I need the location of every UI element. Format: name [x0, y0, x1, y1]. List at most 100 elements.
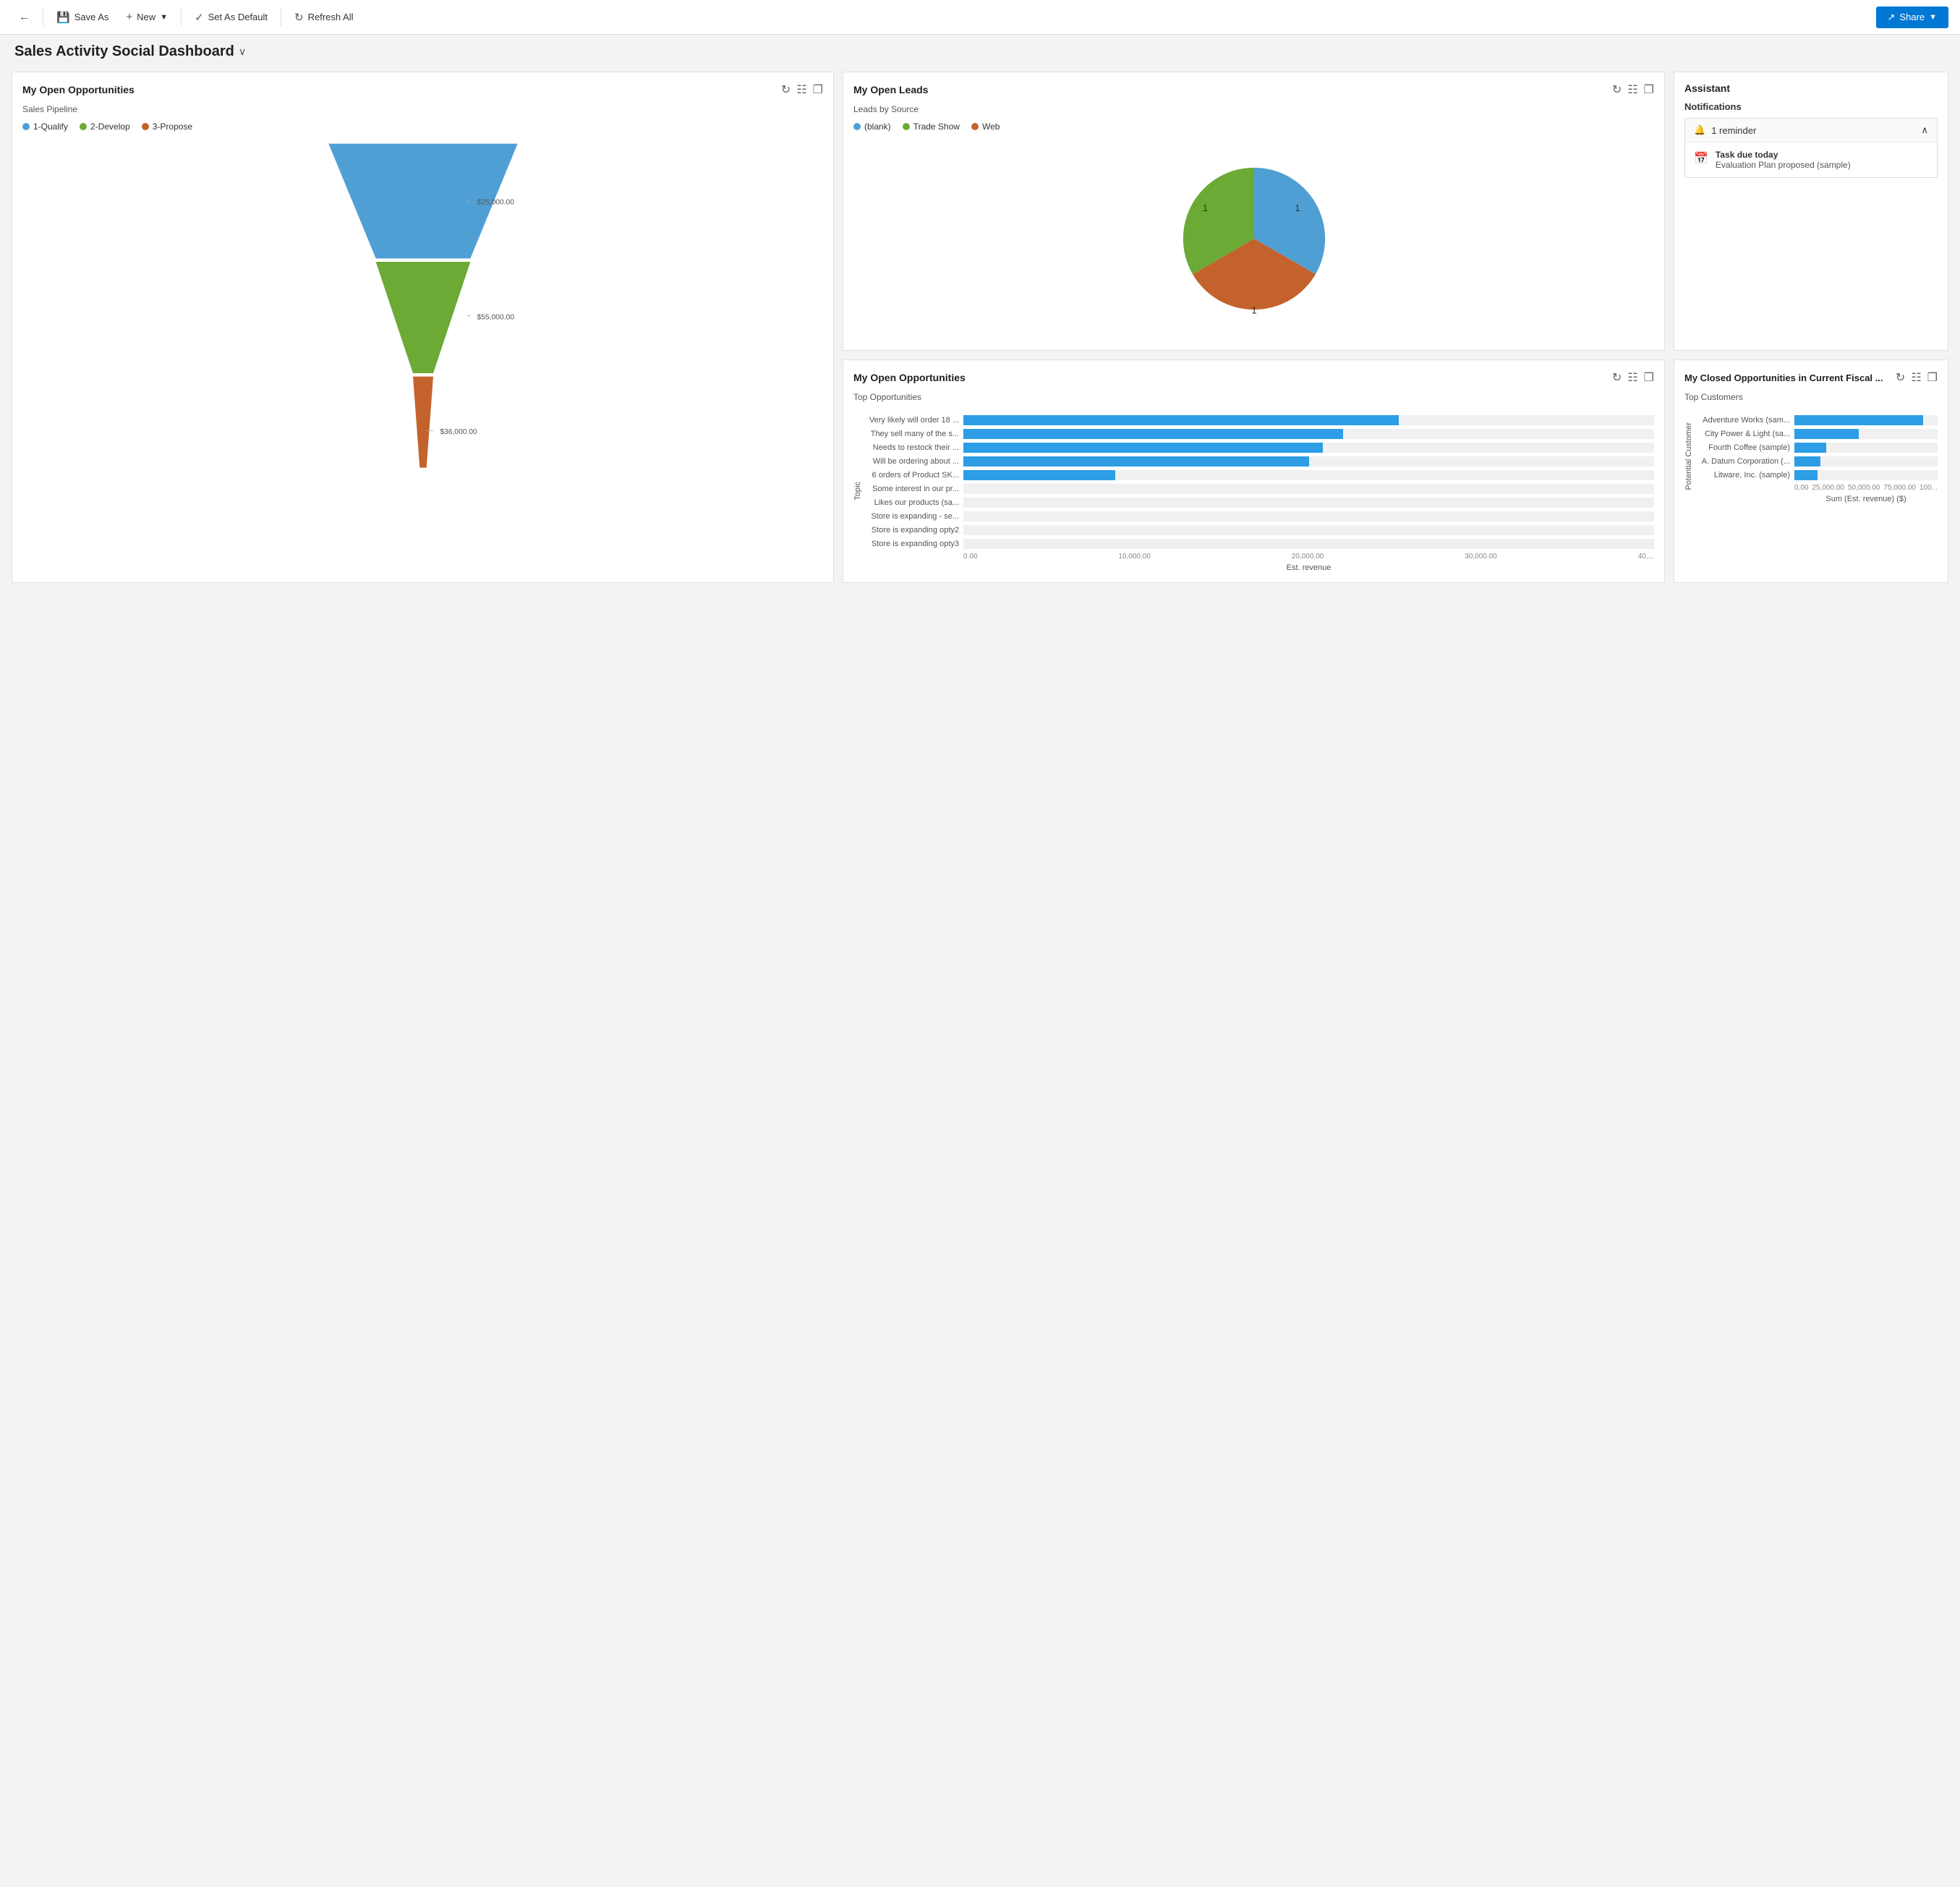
- funnel-propose-value: $36,000.00: [440, 428, 477, 436]
- refresh-top-opps-icon[interactable]: ↻: [1612, 370, 1622, 385]
- assistant-title: Assistant: [1684, 82, 1730, 94]
- table-view-icon[interactable]: ☷: [796, 82, 806, 97]
- expand-top-opps-icon[interactable]: ❐: [1644, 370, 1654, 385]
- hbar-track-5: [963, 484, 1654, 494]
- save-as-label: Save As: [74, 12, 109, 22]
- closed-hbar-track-4: [1794, 470, 1938, 480]
- reminder-group: 🔔 1 reminder ∧ 📅 Task due today Evaluati…: [1684, 118, 1938, 178]
- new-button[interactable]: + New ▼: [119, 7, 175, 27]
- open-leads-title: My Open Leads: [853, 84, 928, 95]
- expand-icon[interactable]: ❐: [813, 82, 823, 97]
- reminder-header[interactable]: 🔔 1 reminder ∧: [1685, 119, 1937, 142]
- set-default-button[interactable]: ✓ Set As Default: [187, 7, 275, 28]
- closed-hbar-track-2: [1794, 443, 1938, 453]
- open-leads-card: My Open Leads ↻ ☷ ❐ Leads by Source (bla…: [843, 72, 1665, 351]
- hbar-track-3: [963, 456, 1654, 467]
- closed-hbar-fill-0: [1794, 415, 1923, 425]
- share-button[interactable]: ↗ Share ▼: [1876, 7, 1949, 28]
- task-notification: 📅 Task due today Evaluation Plan propose…: [1685, 142, 1937, 177]
- legend-propose-label: 3-Propose: [153, 122, 192, 132]
- legend-qualify-label: 1-Qualify: [33, 122, 68, 132]
- closed-hbar-fill-4: [1794, 470, 1818, 480]
- open-opportunities-card: My Open Opportunities ↻ ☷ ❐ Sales Pipeli…: [12, 72, 834, 583]
- hbar-track-2: [963, 443, 1654, 453]
- task-text: Task due today Evaluation Plan proposed …: [1716, 150, 1851, 170]
- hbar-label-0: Very likely will order 18 ...: [865, 416, 959, 425]
- hbar-label-7: Store is expanding - se...: [865, 512, 959, 521]
- top-opps-x-label: Est. revenue: [865, 563, 1654, 572]
- hbar-label-9: Store is expanding opty3: [865, 540, 959, 548]
- refresh-leads-icon[interactable]: ↻: [1612, 82, 1622, 97]
- page-title-chevron-icon[interactable]: ∨: [239, 46, 246, 58]
- reminder-chevron-icon[interactable]: ∧: [1921, 124, 1928, 136]
- closed-hbar-row-3: A. Datum Corporation (...: [1696, 456, 1938, 467]
- card-icons-open-opps: ↻ ☷ ❐: [781, 82, 823, 97]
- page-title: Sales Activity Social Dashboard: [14, 43, 234, 60]
- refresh-button[interactable]: ↻ Refresh All: [287, 7, 360, 28]
- closed-hbar-track-1: [1794, 429, 1938, 439]
- hbar-row-5: Some interest in our pr...: [865, 484, 1654, 494]
- hbar-row-8: Store is expanding opty2: [865, 525, 1654, 535]
- separator-2: [181, 9, 182, 26]
- hbar-label-8: Store is expanding opty2: [865, 526, 959, 534]
- funnel-container: $25,000.00 $55,000.00 $36,000.00: [22, 139, 823, 486]
- closed-opps-title: My Closed Opportunities in Current Fisca…: [1684, 372, 1883, 383]
- hbar-fill-1: [963, 429, 1343, 439]
- expand-closed-icon[interactable]: ❐: [1927, 370, 1938, 385]
- legend-web-label: Web: [982, 122, 1000, 132]
- page-header: Sales Activity Social Dashboard ∨: [0, 35, 1960, 66]
- closed-hbar-fill-3: [1794, 456, 1820, 467]
- legend-develop: 2-Develop: [80, 122, 130, 132]
- notifications-title: Notifications: [1684, 101, 1938, 112]
- pie-label-1: 1: [1295, 203, 1300, 213]
- funnel-propose-segment[interactable]: [413, 377, 433, 468]
- card-header-top-opps: My Open Opportunities ↻ ☷ ❐: [853, 370, 1654, 385]
- refresh-closed-icon[interactable]: ↻: [1896, 370, 1905, 385]
- pie-label-3: 1: [1202, 203, 1207, 213]
- closed-hbar-label-4: Litware, Inc. (sample): [1696, 471, 1790, 480]
- funnel-svg: $25,000.00 $55,000.00 $36,000.00: [322, 139, 524, 486]
- table-closed-icon[interactable]: ☷: [1911, 370, 1921, 385]
- top-opps-x-axis: 0.00 10,000.00 20,000.00 30,000.00 40,..…: [865, 553, 1654, 561]
- save-as-button[interactable]: 💾 Save As: [49, 7, 116, 28]
- hbar-label-6: Likes our products (sa...: [865, 498, 959, 507]
- open-opps-title: My Open Opportunities: [22, 84, 135, 95]
- share-icon: ↗: [1888, 12, 1896, 23]
- expand-leads-icon[interactable]: ❐: [1644, 82, 1654, 97]
- closed-hbar-track-3: [1794, 456, 1938, 467]
- new-chevron-icon: ▼: [160, 13, 168, 22]
- closed-hbar-fill-1: [1794, 429, 1859, 439]
- x-axis-1: 10,000.00: [1118, 553, 1151, 561]
- assistant-card: Assistant Notifications 🔔 1 reminder ∧ 📅…: [1674, 72, 1948, 351]
- card-icons-open-leads: ↻ ☷ ❐: [1612, 82, 1654, 97]
- funnel-develop-value: $55,000.00: [477, 313, 514, 321]
- open-leads-subtitle: Leads by Source: [853, 104, 1654, 114]
- closed-hbar-row-0: Adventure Works (sam...: [1696, 415, 1938, 425]
- hbar-label-4: 6 orders of Product SK...: [865, 471, 959, 480]
- table-leads-icon[interactable]: ☷: [1627, 82, 1637, 97]
- check-icon: ✓: [195, 11, 204, 24]
- refresh-chart-icon[interactable]: ↻: [781, 82, 791, 97]
- closed-x-axis-3: 75,000.00: [1883, 484, 1916, 492]
- toolbar: ← 💾 Save As + New ▼ ✓ Set As Default ↻ R…: [0, 0, 1960, 35]
- top-opps-chart-container: Topic Very likely will order 18 ... They…: [853, 409, 1654, 572]
- open-opps-legend: 1-Qualify 2-Develop 3-Propose: [22, 122, 823, 132]
- hbar-chart-top-opps: Very likely will order 18 ... They sell …: [865, 415, 1654, 549]
- open-opps-subtitle: Sales Pipeline: [22, 104, 823, 114]
- pie-svg: 1 1 1: [1167, 152, 1341, 325]
- card-header-closed-opps: My Closed Opportunities in Current Fisca…: [1684, 370, 1938, 385]
- closed-x-axis-1: 25,000.00: [1812, 484, 1844, 492]
- hbar-fill-2: [963, 443, 1323, 453]
- share-chevron-icon: ▼: [1929, 13, 1937, 22]
- closed-hbar-fill-2: [1794, 443, 1826, 453]
- card-icons-closed-opps: ↻ ☷ ❐: [1896, 370, 1938, 385]
- back-button[interactable]: ←: [12, 7, 37, 27]
- legend-blank-label: (blank): [864, 122, 891, 132]
- closed-hbar-label-0: Adventure Works (sam...: [1696, 416, 1790, 425]
- funnel-qualify-value: $25,000.00: [477, 199, 514, 207]
- reminder-label: 1 reminder: [1711, 125, 1756, 136]
- hbar-track-6: [963, 498, 1654, 508]
- table-top-opps-icon[interactable]: ☷: [1627, 370, 1637, 385]
- legend-tradeshow: Trade Show: [903, 122, 960, 132]
- funnel-develop-segment[interactable]: [375, 262, 470, 373]
